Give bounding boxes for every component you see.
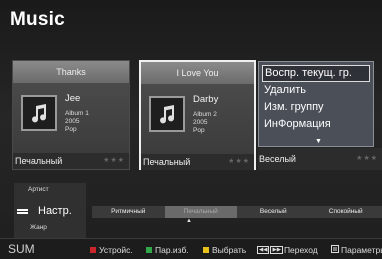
hint-jump[interactable]: ◀◀ ▶▶ Переход [257,245,318,255]
card-body: Jee Album 1 2005 Pop [13,83,129,153]
skip-forward-icon: ▶▶ [270,246,283,254]
card-body: Darby Album 2 2005 Pop [141,84,254,154]
hint-label: Пар.изб. [155,245,189,255]
hint-label: Выбрать [212,245,247,255]
hint-device[interactable]: Устройс. [90,245,133,255]
sort-option-below[interactable]: Жанр [30,224,47,231]
menu-item-information[interactable]: ИнФормация [262,116,370,133]
mood-filter-bar: Ритмичный Печальный Веселый Спокойный [92,206,382,218]
mood-tab-rhythmic[interactable]: Ритмичный [92,206,165,218]
card-footer: Печальный ★★★ [13,153,129,169]
skip-back-icon: ◀◀ [257,246,270,254]
green-key-icon [146,247,152,253]
card-artist: Jee [65,93,81,104]
music-item-card[interactable]: Thanks Jee Album 1 2005 Pop Печальный ★★… [12,60,130,170]
rating-stars: ★★★ [356,155,378,162]
rating-stars: ★★★ [103,157,125,164]
card-genre: Pop [65,126,77,133]
sort-list-icon [17,209,28,217]
card-album: Album 2 [193,111,217,118]
card-mood: Печальный [15,156,63,166]
menu-item-play-current-group[interactable]: Воспр. текущ. гр. [262,65,370,82]
card-artist: Darby [193,94,219,105]
context-menu: Воспр. текущ. гр. Удалить Изм. группу Ин… [258,61,374,147]
card-genre: Pop [193,127,205,134]
music-note-icon [21,95,57,131]
mood-pointer-icon: ▲ [186,218,192,224]
menu-scroll-down-icon[interactable]: ▼ [315,138,322,145]
hint-favorites[interactable]: Пар.изб. [146,245,189,255]
sum-label: SUM [8,242,35,256]
menu-item-delete[interactable]: Удалить [262,82,370,99]
hint-label: Устройс. [99,245,133,255]
hint-label: Параметры [341,245,382,255]
hint-select[interactable]: Выбрать [203,245,246,255]
card-year: 2005 [193,119,208,126]
bottom-help-bar: SUM Устройс. Пар.изб. Выбрать ◀◀ ▶▶ Перех… [0,238,382,259]
music-screen: Music Thanks Jee Album 1 2005 Pop Печаль… [0,0,382,259]
menu-item-change-group[interactable]: Изм. группу [262,99,370,116]
rating-stars: ★★★ [228,158,250,165]
red-key-icon [90,247,96,253]
card-mood: Веселый [259,154,296,164]
sort-current-option[interactable]: Настр. [38,205,72,217]
card-year: 2005 [65,118,80,125]
card-title: I Love You [141,62,254,84]
card-mood: Печальный [143,157,191,167]
card-album: Album 1 [65,110,89,117]
page-title: Music [10,9,65,30]
card-footer: Печальный ★★★ [141,154,254,170]
card-meta: Album 2 2005 Pop [193,111,217,135]
mood-tab-happy[interactable]: Веселый [237,206,310,218]
music-item-card-selected[interactable]: I Love You Darby Album 2 2005 Pop Печаль… [139,60,256,170]
yellow-key-icon [203,247,209,253]
mood-tab-calm[interactable]: Спокойный [310,206,382,218]
hint-tools[interactable]: Параметры [331,245,382,255]
card-meta: Album 1 2005 Pop [65,110,89,134]
card-title: Thanks [13,61,129,83]
music-note-icon [149,96,185,132]
tools-icon [331,245,339,255]
mood-tab-sad[interactable]: Печальный [164,206,237,218]
sort-option-above[interactable]: Артист [28,186,49,193]
card-footer: Веселый ★★★ [258,148,382,170]
hint-label: Переход [283,245,318,255]
